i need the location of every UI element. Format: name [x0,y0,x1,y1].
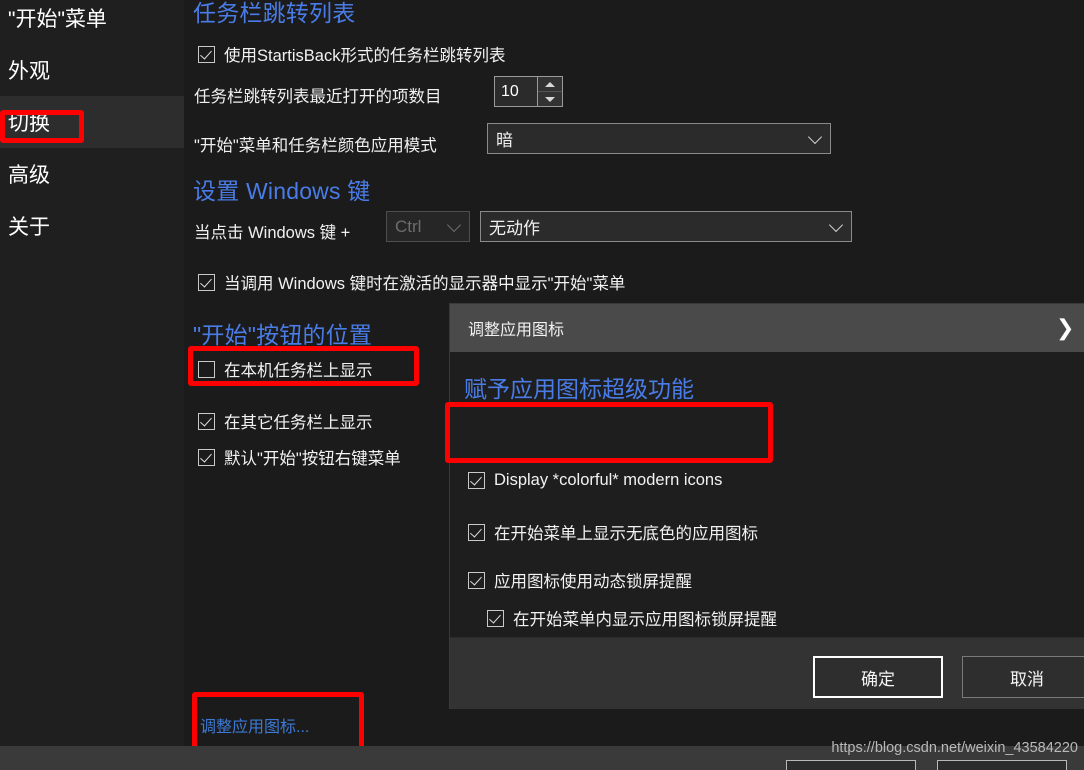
footer-button-secondary[interactable] [937,760,1067,770]
sidebar: "开始"菜单 外观 切换 高级 关于 [0,0,184,770]
sidebar-item-label: "开始"菜单 [8,8,107,31]
checkbox-label: 当调用 Windows 键时在激活的显示器中显示"开始"菜单 [224,275,626,293]
checkbox-label: 在其它任务栏上显示 [224,414,373,432]
link-adjust-app-icons[interactable]: 调整应用图标... [200,713,309,737]
checkbox-display-colorful-modern-icons-icon[interactable] [468,472,485,489]
checkbox-row-show-on-main-taskbar[interactable]: 在本机任务栏上显示 [198,357,373,381]
dialog-body: 赋予应用图标超级功能 Display *colorful* modern ico… [450,352,1084,666]
sidebar-item-label: 关于 [8,216,50,239]
triangle-down-icon [545,96,555,102]
sidebar-item-switching[interactable]: 切换 [0,96,184,148]
adjust-app-icons-dialog: 调整应用图标 ❯ 赋予应用图标超级功能 Display *colorful* m… [450,304,1084,709]
checkbox-row-badges-in-start-menu[interactable]: 在开始菜单内显示应用图标锁屏提醒 [487,606,777,630]
chevron-down-icon [828,217,844,232]
sidebar-item-about[interactable]: 关于 [0,200,184,252]
spinner-down-button[interactable] [538,92,562,106]
checkbox-badges-in-start-menu-icon[interactable] [487,609,504,627]
sidebar-item-start-menu[interactable]: "开始"菜单 [0,0,184,44]
chevron-down-icon [807,129,823,144]
dialog-title: 调整应用图标 [468,322,565,339]
cancel-button[interactable]: 取消 [962,656,1084,698]
checkbox-row-show-on-other-taskbars[interactable]: 在其它任务栏上显示 [198,409,373,433]
footer-button-primary[interactable] [786,760,916,770]
combobox-modifier-key[interactable]: Ctrl [386,211,470,242]
close-icon[interactable]: ❯ [1056,314,1084,342]
checkbox-show-on-active-monitor-icon[interactable] [198,273,215,291]
sidebar-item-label: 高级 [8,164,50,187]
checkbox-label: 使用StartisBack形式的任务栏跳转列表 [224,47,506,65]
checkbox-row-use-startisback-jumplist[interactable]: 使用StartisBack形式的任务栏跳转列表 [198,42,505,66]
watermark-text: https://blog.csdn.net/weixin_43584220 [831,740,1078,756]
ok-button[interactable]: 确定 [813,656,943,698]
checkbox-row-show-on-active-monitor[interactable]: 当调用 Windows 键时在激活的显示器中显示"开始"菜单 [198,270,625,294]
section-heading-jumplist: 任务栏跳转列表 [193,0,356,26]
checkbox-label: 默认"开始"按钮右键菜单 [224,450,401,468]
sidebar-item-label: 切换 [8,112,50,135]
checkbox-label: 在开始菜单内显示应用图标锁屏提醒 [513,611,777,629]
triangle-up-icon [545,81,555,87]
startisback-settings-window: "开始"菜单 外观 切换 高级 关于 任务栏跳转列表 使用StartisBack… [0,0,1084,770]
section-heading-windows-key: 设置 Windows 键 [193,178,371,204]
checkbox-label: Display *colorful* modern icons [494,471,723,489]
spinner-up-button[interactable] [538,77,562,92]
spinner-buttons[interactable] [538,76,563,107]
combobox-winkey-action[interactable]: 无动作 [480,211,852,242]
sidebar-item-advanced[interactable]: 高级 [0,148,184,200]
spinner-value[interactable]: 10 [494,76,538,107]
checkbox-row-dynamic-lockscreen-badges[interactable]: 应用图标使用动态锁屏提醒 [468,568,692,592]
checkbox-row-default-start-context-menu[interactable]: 默认"开始"按钮右键菜单 [198,445,401,469]
label-color-mode: "开始"菜单和任务栏颜色应用模式 [194,137,437,155]
checkbox-dynamic-lockscreen-badges-icon[interactable] [468,571,485,589]
checkbox-label: 在本机任务栏上显示 [224,362,373,380]
dialog-titlebar: 调整应用图标 ❯ [450,304,1084,352]
checkbox-show-transparent-icons-start-menu-icon[interactable] [468,523,485,541]
checkbox-default-start-context-menu-icon[interactable] [198,448,215,466]
sidebar-item-appearance[interactable]: 外观 [0,44,184,96]
combobox-value: 暗 [496,131,513,150]
checkbox-row-show-transparent-icons-start-menu[interactable]: 在开始菜单上显示无底色的应用图标 [468,520,758,544]
combobox-color-mode[interactable]: 暗 [487,123,831,154]
label-recent-items-count: 任务栏跳转列表最近打开的项数目 [194,88,442,106]
section-heading-start-button-position: "开始"按钮的位置 [193,322,373,348]
sidebar-item-label: 外观 [8,60,50,83]
spinner-recent-items-count[interactable]: 10 [494,76,563,107]
checkbox-row-display-colorful-modern-icons[interactable]: Display *colorful* modern icons [468,471,722,490]
checkbox-use-startisback-jumplist-icon[interactable] [198,45,215,63]
checkbox-show-on-other-taskbars-icon[interactable] [198,412,215,430]
chevron-down-icon [446,217,462,232]
label-when-pressing-winkey: 当点击 Windows 键 + [194,224,351,242]
combobox-value: 无动作 [489,219,540,238]
combobox-value: Ctrl [395,216,422,236]
checkbox-label: 在开始菜单上显示无底色的应用图标 [494,525,758,543]
dialog-footer: 确定 取消 [450,637,1084,709]
checkbox-label: 应用图标使用动态锁屏提醒 [494,573,692,591]
dialog-heading: 赋予应用图标超级功能 [464,376,694,402]
checkbox-show-on-main-taskbar-icon[interactable] [198,360,215,378]
